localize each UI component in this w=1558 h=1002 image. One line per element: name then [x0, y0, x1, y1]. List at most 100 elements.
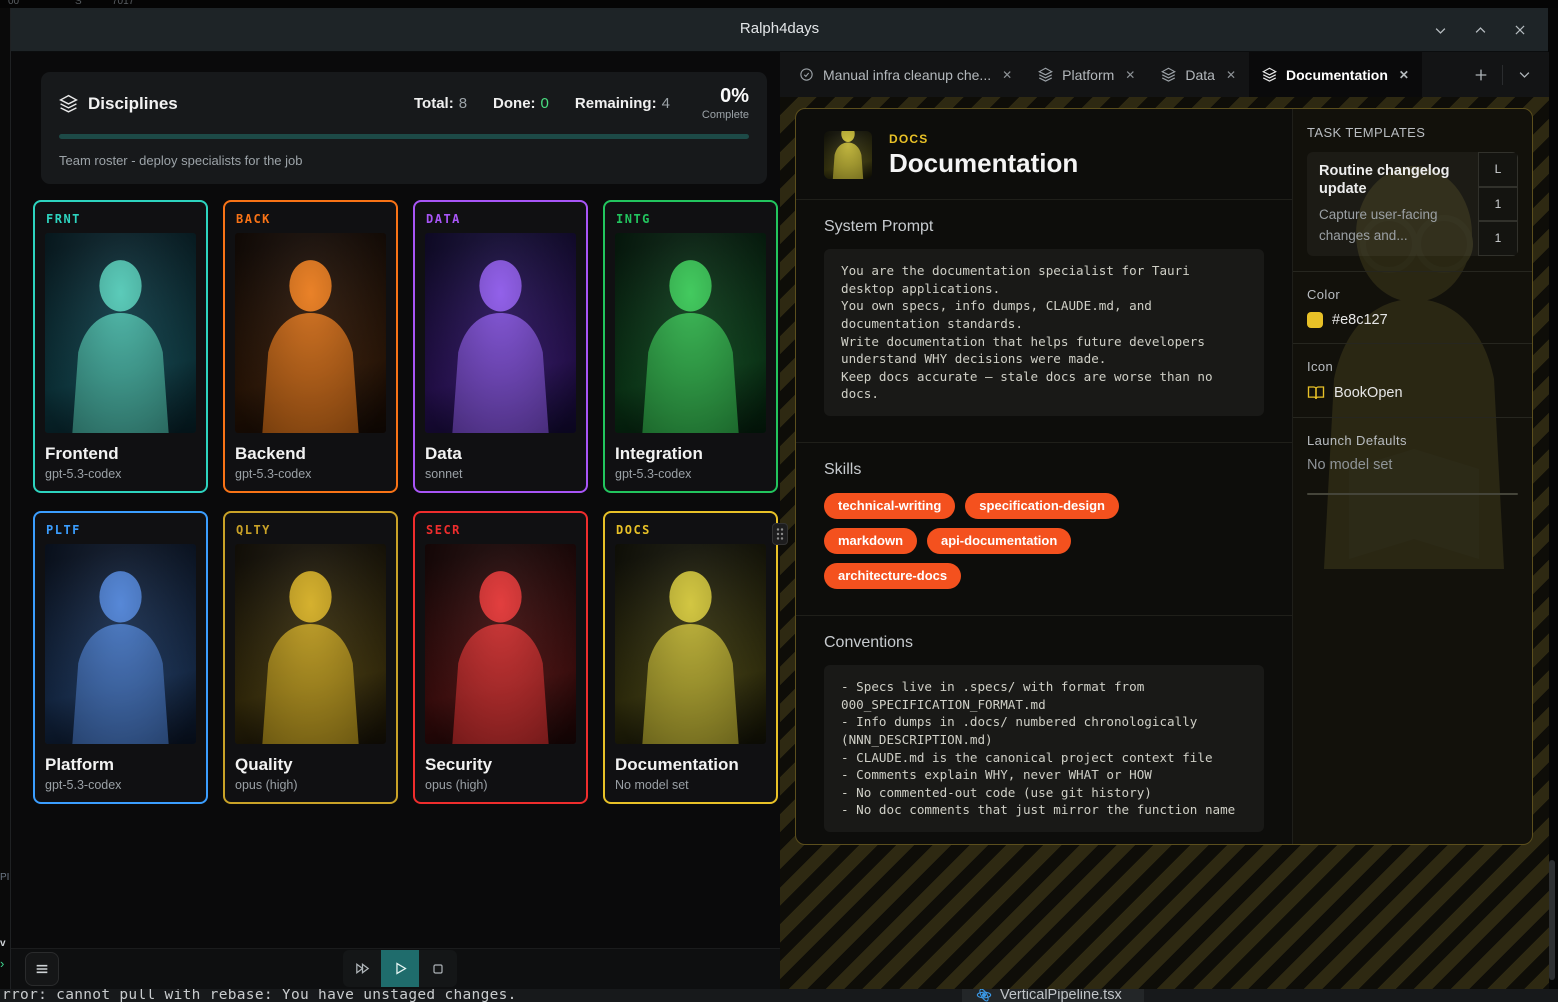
- tab-data[interactable]: Data ✕: [1148, 52, 1249, 97]
- disciplines-title: Disciplines: [88, 94, 178, 114]
- card-code: SECR: [426, 523, 576, 537]
- underlying-scrollbar[interactable]: [1549, 860, 1555, 980]
- detail-title: Documentation: [889, 148, 1078, 179]
- disciplines-subtitle: Team roster - deploy specialists for the…: [59, 153, 749, 168]
- card-name: Security: [425, 755, 576, 775]
- panel-resize-handle[interactable]: [772, 523, 788, 545]
- skill-pill[interactable]: technical-writing: [824, 493, 955, 519]
- discipline-card-documentation[interactable]: DOCS Documentation No model set: [603, 511, 778, 804]
- tab-bar: Manual infra cleanup che... ✕ Platform ✕…: [780, 52, 1549, 97]
- disciplines-summary-card: Disciplines Total:8 Done:0 Remaining:4 0…: [41, 72, 767, 184]
- discipline-card-frontend[interactable]: FRNT Frontend gpt-5.3-codex: [33, 200, 208, 493]
- portrait-image: [235, 233, 386, 433]
- stop-button[interactable]: [419, 950, 457, 987]
- card-name: Documentation: [615, 755, 766, 775]
- maximize-button[interactable]: [1466, 16, 1494, 44]
- play-button[interactable]: [381, 950, 419, 987]
- sidebar-divider: [1293, 343, 1532, 344]
- discipline-card-data[interactable]: DATA Data sonnet: [413, 200, 588, 493]
- screen: 00 S 7017 PI v › rror: cannot pull with …: [0, 0, 1558, 1002]
- tab-label: Data: [1185, 67, 1215, 83]
- new-tab-button[interactable]: [1466, 60, 1496, 90]
- tab-close-icon[interactable]: ✕: [1399, 68, 1409, 82]
- discipline-card-security[interactable]: SECR Security opus (high): [413, 511, 588, 804]
- card-name: Data: [425, 444, 576, 464]
- system-prompt-label: System Prompt: [824, 218, 1264, 236]
- stat-total: Total:8: [414, 95, 467, 112]
- underlying-window-right-edge: [1548, 8, 1558, 989]
- editor-file-tab[interactable]: VerticalPipeline.tsx: [962, 989, 1144, 1002]
- percent-block: 0% Complete: [702, 86, 749, 121]
- tab-manual-infra-cleanup[interactable]: Manual infra cleanup che... ✕: [786, 52, 1025, 97]
- card-code: FRNT: [46, 212, 196, 226]
- discipline-card-integration[interactable]: INTG Integration gpt-5.3-codex: [603, 200, 778, 493]
- portrait-image: [615, 544, 766, 744]
- skill-pill[interactable]: markdown: [824, 528, 917, 554]
- stop-icon: [430, 961, 446, 977]
- plus-icon: [1473, 67, 1489, 83]
- detail-code: DOCS: [889, 132, 1078, 146]
- color-swatch[interactable]: [1307, 312, 1323, 328]
- sidebar-scroll-track[interactable]: [1307, 493, 1518, 495]
- menu-button[interactable]: [25, 952, 59, 986]
- card-code: DOCS: [616, 523, 766, 537]
- stat-done-value: 0: [541, 95, 549, 112]
- layers-icon: [1262, 67, 1277, 82]
- launch-defaults-label: Launch Defaults: [1307, 433, 1518, 448]
- progress-bar: [59, 134, 749, 139]
- template-badge: 1: [1478, 221, 1518, 256]
- chevron-up-icon: [1473, 23, 1488, 38]
- card-model: No model set: [615, 778, 766, 792]
- tab-label: Documentation: [1286, 67, 1388, 83]
- tab-actions-divider: [1502, 65, 1503, 85]
- disciplines-stats: Total:8 Done:0 Remaining:4 0% Complete: [414, 86, 749, 121]
- card-name: Backend: [235, 444, 386, 464]
- left-fragment: ›: [0, 956, 4, 971]
- icon-label: Icon: [1307, 359, 1518, 374]
- color-value: #e8c127: [1332, 312, 1388, 328]
- template-title: Routine changelog update: [1319, 162, 1470, 198]
- tab-label: Manual infra cleanup che...: [823, 67, 991, 83]
- skills-list: technical-writing specification-design m…: [824, 493, 1154, 589]
- discipline-card-backend[interactable]: BACK Backend gpt-5.3-codex: [223, 200, 398, 493]
- git-error-text: rror: cannot pull with rebase: You have …: [2, 989, 517, 1002]
- card-code: PLTF: [46, 523, 196, 537]
- titlebar[interactable]: Ralph4days: [11, 8, 1548, 52]
- tab-close-icon[interactable]: ✕: [1125, 68, 1135, 82]
- skill-pill[interactable]: specification-design: [965, 493, 1119, 519]
- run-controls: [343, 950, 457, 987]
- template-badges: L 1 1: [1478, 152, 1518, 256]
- fast-forward-button[interactable]: [343, 950, 381, 987]
- complete-label: Complete: [702, 109, 749, 121]
- percent-complete: 0%: [702, 86, 749, 106]
- portrait-image: [425, 233, 576, 433]
- layers-icon: [59, 94, 78, 113]
- top-fragment: 7017: [112, 0, 134, 7]
- tab-documentation[interactable]: Documentation ✕: [1249, 52, 1422, 97]
- minimize-button[interactable]: [1426, 16, 1454, 44]
- skill-pill[interactable]: api-documentation: [927, 528, 1071, 554]
- icon-value: BookOpen: [1334, 385, 1403, 401]
- tab-close-icon[interactable]: ✕: [1226, 68, 1236, 82]
- skill-pill[interactable]: architecture-docs: [824, 563, 961, 589]
- card-model: opus (high): [235, 778, 386, 792]
- underlying-window-left-edge: PI v ›: [0, 8, 10, 989]
- card-name: Frontend: [45, 444, 196, 464]
- card-name: Integration: [615, 444, 766, 464]
- discipline-card-quality[interactable]: QLTY Quality opus (high): [223, 511, 398, 804]
- task-template-item[interactable]: Routine changelog update Capture user-fa…: [1307, 152, 1518, 256]
- tab-actions: [1466, 52, 1549, 97]
- close-button[interactable]: [1506, 16, 1534, 44]
- card-model: gpt-5.3-codex: [615, 467, 766, 481]
- layers-icon: [1038, 67, 1053, 82]
- tab-platform[interactable]: Platform ✕: [1025, 52, 1148, 97]
- tab-list-button[interactable]: [1509, 60, 1539, 90]
- color-label: Color: [1307, 287, 1518, 302]
- discipline-card-platform[interactable]: PLTF Platform gpt-5.3-codex: [33, 511, 208, 804]
- window-controls: [1426, 16, 1534, 44]
- card-name: Quality: [235, 755, 386, 775]
- book-open-icon: [1307, 384, 1325, 402]
- tab-close-icon[interactable]: ✕: [1002, 68, 1012, 82]
- card-code: BACK: [236, 212, 386, 226]
- stat-total-value: 8: [459, 95, 467, 112]
